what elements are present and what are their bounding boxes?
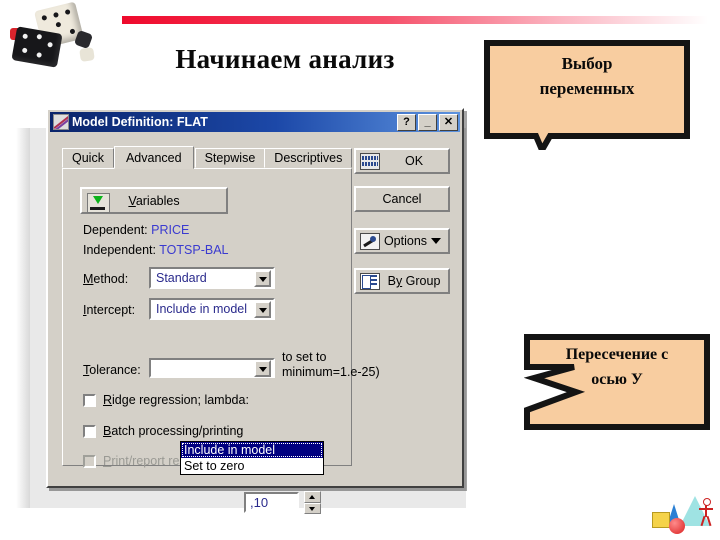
by-group-button-label: By Group [387,274,441,288]
variables-button-label: Variables [128,193,180,208]
intercept-combobox[interactable]: Include in model [149,298,275,320]
ridge-regression-checkbox[interactable]: Ridge regression; lambda: [83,393,249,407]
checkbox-box[interactable] [83,424,96,438]
dependent-label: Dependent: [83,223,148,237]
small-die-icon-2 [79,47,95,62]
page-title: Начинаем анализ [175,44,395,74]
checkbox-box[interactable] [83,393,96,407]
cube-icon [652,512,670,528]
grid-icon [360,152,380,170]
small-die-icon [73,29,94,50]
sphere-icon [669,518,685,534]
wrench-icon [360,232,380,250]
lambda-input[interactable]: ,10 [244,492,299,513]
geometry-clipart [650,492,716,536]
batch-processing-label: Batch processing/printing [103,424,244,438]
ridge-regression-label: Ridge regression; lambda: [103,393,249,407]
dependent-field: Dependent: PRICE [83,223,189,237]
help-button[interactable]: ? [397,113,416,131]
callout-intercept-text: Пересечение с осью У [565,346,669,388]
intercept-label: Intercept: [83,303,136,317]
independent-label: Independent: [83,243,156,257]
callout-variables-text: Выбор переменных [539,54,635,98]
dropdown-option-include-in-model[interactable]: Include in model [181,442,323,458]
tolerance-hint-bottom: minimum=1.e-25) [282,365,380,379]
dialog-backdrop-edge [16,128,30,508]
independent-value: TOTSP-BAL [159,243,229,257]
dropdown-option-set-to-zero[interactable]: Set to zero [181,458,323,474]
download-arrow-icon [87,193,110,213]
independent-field: Independent: TOTSP-BAL [83,243,228,257]
batch-processing-checkbox[interactable]: Batch processing/printing [83,424,243,438]
stepper-down-icon[interactable] [304,502,321,514]
tab-stepwise[interactable]: Stepwise [194,148,266,168]
minimize-button[interactable]: _ [418,113,437,131]
by-group-button[interactable]: By Group [354,268,450,294]
ok-button[interactable]: OK [354,148,450,174]
method-label: Method: [83,272,129,286]
close-button[interactable]: ✕ [439,113,458,131]
chevron-down-icon[interactable] [254,300,271,318]
lambda-stepper[interactable] [304,491,321,514]
chart-icon [53,114,69,130]
intercept-value: Include in model [156,302,248,316]
options-button-label: Options [383,234,428,248]
cancel-button-label: Cancel [382,192,422,206]
chevron-down-icon[interactable] [254,359,271,377]
options-button[interactable]: Options [354,228,450,254]
group-icon [360,272,380,290]
top-rule [122,16,708,24]
slide-canvas: Начинаем анализ Model Definition: FLAT ?… [0,0,720,540]
tolerance-combobox[interactable] [149,358,275,378]
variables-button[interactable]: Variables [80,187,228,214]
model-definition-dialog: Model Definition: FLAT ? _ ✕ Quick Advan… [46,108,464,514]
black-die-icon [11,26,63,68]
tab-descriptives[interactable]: Descriptives [264,148,353,168]
stepper-up-icon[interactable] [304,491,321,503]
tolerance-label: Tolerance: [83,363,141,377]
person-icon [698,498,714,528]
intercept-dropdown-list[interactable]: Include in model Set to zero [180,441,324,475]
checkbox-box [83,454,96,468]
dependent-value: PRICE [151,223,190,237]
titlebar-buttons: ? _ ✕ [397,113,458,131]
dice-clipart [2,0,95,68]
method-value: Standard [156,271,207,285]
tabstrip: Quick Advanced Stepwise Descriptives [62,146,353,169]
chevron-down-icon[interactable] [254,269,271,287]
tolerance-hint-top: to set to [282,350,327,364]
tab-advanced[interactable]: Advanced [113,146,194,169]
method-combobox[interactable]: Standard [149,267,275,289]
dialog-title: Model Definition: FLAT [72,115,208,129]
ok-button-label: OK [404,154,424,168]
callout-intercept: Пересечение с осью У [524,334,710,434]
advanced-tab-panel: Variables Dependent: PRICE Independent: … [62,168,380,468]
chevron-down-icon [431,238,441,244]
dialog-titlebar[interactable]: Model Definition: FLAT ? _ ✕ [50,112,460,132]
tab-quick[interactable]: Quick [62,148,114,168]
cancel-button[interactable]: Cancel [354,186,450,212]
callout-variables: Выбор переменных [484,40,690,150]
